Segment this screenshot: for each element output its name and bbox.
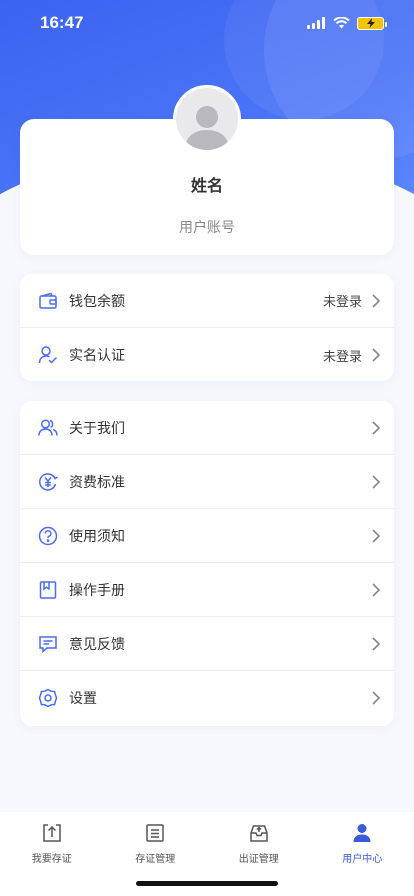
upload-icon [43,824,61,842]
inbox-icon [250,825,268,842]
chevron-right-icon [370,293,382,309]
user-icon [353,824,371,842]
wallet-balance-value: 未登录 [322,295,362,310]
signal-icon [307,17,325,29]
about-us-row[interactable]: 关于我们 [20,401,394,455]
real-name-auth-label: 实名认证 [69,348,125,364]
users-icon [38,418,58,438]
tab-submit-evidence[interactable]: 我要存证 [0,822,104,896]
wallet-icon [38,291,58,311]
chevron-right-icon [370,528,382,544]
pricing-label: 资费标准 [69,474,125,491]
wifi-icon [333,17,350,29]
chevron-right-icon [370,420,382,436]
list-box-icon [146,824,164,842]
about-us-label: 关于我们 [69,420,125,437]
avatar[interactable] [173,85,241,153]
bookmark-icon [38,580,58,600]
menu-card: 关于我们 资费标准 使用须知 操作手册 意见反馈 设置 [20,401,394,726]
wallet-balance-label: 钱包余额 [69,293,125,310]
settings-icon [38,688,58,708]
home-indicator [136,881,278,886]
settings-label: 设置 [69,691,97,707]
real-name-auth-value: 未登录 [322,349,362,365]
chevron-right-icon [370,347,382,363]
tab-label: 存证管理 [135,854,176,865]
status-bar: 16:47 [0,0,414,46]
user-verify-icon [38,345,58,365]
profile-account: 用户账号 [179,220,235,236]
feedback-row[interactable]: 意见反馈 [20,617,394,671]
chevron-right-icon [370,690,382,706]
manual-label: 操作手册 [69,582,125,599]
manual-row[interactable]: 操作手册 [20,563,394,617]
profile-name: 姓名 [190,176,223,195]
message-icon [38,634,58,654]
yuan-icon [38,472,58,492]
question-icon [38,526,58,546]
usage-notice-row[interactable]: 使用须知 [20,509,394,563]
battery-icon [357,16,387,30]
real-name-auth-row[interactable]: 实名认证 未登录 [20,328,394,382]
account-card: 钱包余额 未登录 实名认证 未登录 [20,274,394,381]
status-time: 16:47 [40,13,84,32]
tab-label: 我要存证 [31,854,72,865]
tab-user-center[interactable]: 用户中心 [311,822,414,896]
tab-label: 用户中心 [342,854,383,865]
avatar-placeholder-icon [185,106,229,150]
wallet-balance-row[interactable]: 钱包余额 未登录 [20,274,394,328]
chevron-right-icon [370,474,382,490]
chevron-right-icon [370,582,382,598]
chevron-right-icon [370,636,382,652]
usage-notice-label: 使用须知 [69,528,125,545]
status-icons [307,16,387,30]
pricing-row[interactable]: 资费标准 [20,455,394,509]
tab-label: 出证管理 [238,854,279,865]
feedback-label: 意见反馈 [69,636,125,653]
settings-row[interactable]: 设置 [20,671,394,725]
